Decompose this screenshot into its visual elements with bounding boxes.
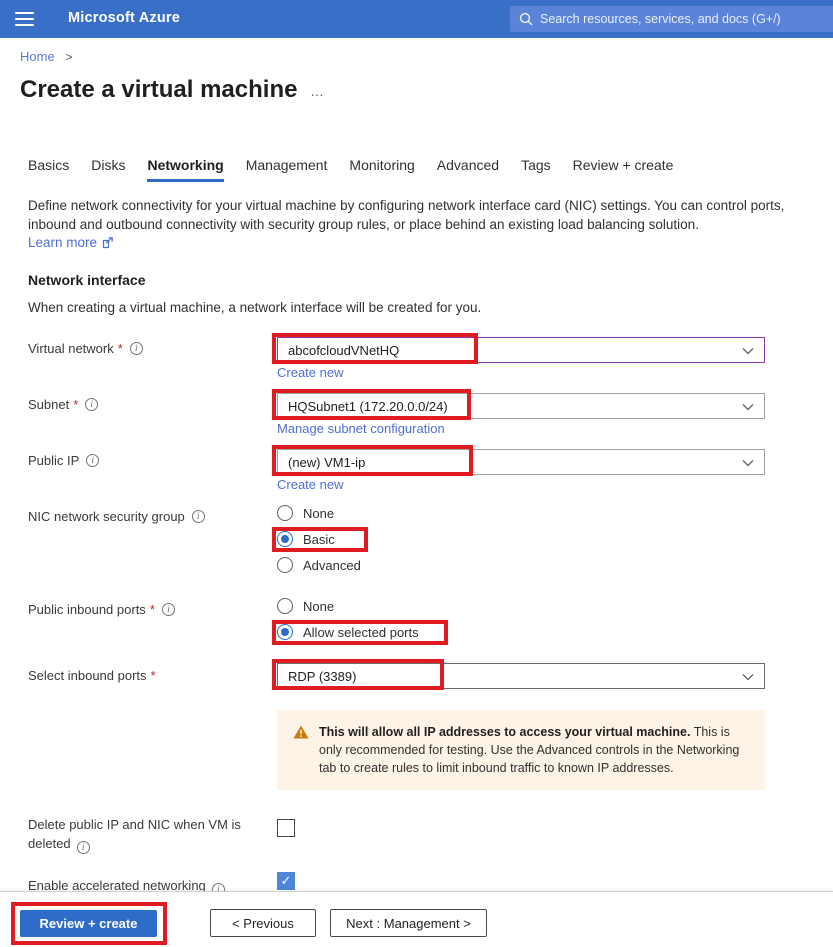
section-subtext: When creating a virtual machine, a netwo… (28, 300, 481, 315)
tab-description: Define network connectivity for your vir… (28, 196, 806, 234)
breadcrumb: Home > (20, 49, 72, 64)
warning-text: This will allow all IP addresses to acce… (319, 723, 749, 790)
required-asterisk: * (151, 668, 156, 683)
breadcrumb-home-link[interactable]: Home (20, 49, 55, 64)
breadcrumb-separator-icon: > (65, 50, 72, 64)
review-create-button[interactable]: Review + create (20, 910, 157, 937)
top-bar: Microsoft Azure (0, 0, 833, 38)
info-icon[interactable] (130, 342, 143, 355)
tab-networking[interactable]: Networking (147, 157, 223, 182)
select-inbound-ports-value: RDP (3389) (288, 669, 356, 684)
more-options-icon[interactable]: … (310, 83, 325, 99)
inbound-option-allow-selected-ports[interactable]: Allow selected ports (277, 624, 419, 640)
search-icon (519, 12, 533, 26)
wizard-footer: Review + create < Previous Next : Manage… (0, 891, 833, 947)
radio-icon[interactable] (277, 598, 293, 614)
external-link-icon (102, 237, 114, 249)
chevron-down-icon (742, 347, 754, 355)
virtual-network-label: Virtual network * (28, 341, 143, 356)
azure-portal-window: Microsoft Azure Home > Create a virtual … (0, 0, 833, 947)
delete-public-ip-checkbox[interactable] (277, 819, 295, 837)
inbound-option-none[interactable]: None (277, 598, 334, 614)
wizard-tabs: Basics Disks Networking Management Monit… (28, 157, 695, 182)
subnet-label: Subnet * (28, 397, 98, 412)
chevron-down-icon (742, 673, 754, 681)
info-icon[interactable] (86, 454, 99, 467)
virtual-network-value: abcofcloudVNetHQ (288, 343, 399, 358)
nic-nsg-label: NIC network security group (28, 509, 205, 524)
section-heading: Network interface (28, 272, 145, 288)
warning-icon (293, 725, 309, 739)
previous-button[interactable]: < Previous (210, 909, 316, 937)
next-management-button[interactable]: Next : Management > (330, 909, 487, 937)
tab-basics[interactable]: Basics (28, 157, 69, 182)
chevron-down-icon (742, 459, 754, 467)
required-asterisk: * (150, 602, 155, 617)
chevron-down-icon (742, 403, 754, 411)
learn-more-link[interactable]: Learn more (28, 235, 114, 250)
delete-public-ip-label: Delete public IP and NIC when VM is dele… (28, 815, 268, 854)
subnet-value: HQSubnet1 (172.20.0.0/24) (288, 399, 448, 414)
accelerated-networking-label: Enable accelerated networking (28, 876, 268, 891)
radio-icon[interactable] (277, 505, 293, 521)
page-title: Create a virtual machine (20, 76, 297, 104)
radio-selected-icon[interactable] (277, 624, 293, 640)
nic-nsg-option-basic[interactable]: Basic (277, 531, 335, 547)
info-icon[interactable] (212, 883, 225, 891)
public-ip-label: Public IP (28, 453, 99, 468)
public-ip-dropdown[interactable]: (new) VM1-ip (277, 449, 765, 475)
radio-selected-icon[interactable] (277, 531, 293, 547)
tab-monitoring[interactable]: Monitoring (349, 157, 414, 182)
tab-advanced[interactable]: Advanced (437, 157, 499, 182)
select-inbound-ports-dropdown[interactable]: RDP (3389) (277, 663, 765, 689)
tab-tags[interactable]: Tags (521, 157, 551, 182)
virtual-network-create-new-link[interactable]: Create new (277, 365, 343, 380)
public-inbound-ports-label: Public inbound ports * (28, 602, 175, 617)
learn-more-label: Learn more (28, 235, 97, 250)
manage-subnet-configuration-link[interactable]: Manage subnet configuration (277, 421, 445, 436)
warning-text-bold: This will allow all IP addresses to acce… (319, 725, 690, 739)
nic-nsg-option-advanced[interactable]: Advanced (277, 557, 361, 573)
hamburger-menu-icon[interactable] (15, 12, 34, 26)
subnet-dropdown[interactable]: HQSubnet1 (172.20.0.0/24) (277, 393, 765, 419)
select-inbound-ports-label: Select inbound ports * (28, 668, 156, 683)
brand-title[interactable]: Microsoft Azure (68, 10, 180, 26)
radio-icon[interactable] (277, 557, 293, 573)
clipped-row: Enable accelerated networking (0, 860, 833, 891)
search-input[interactable] (540, 12, 831, 26)
info-icon[interactable] (77, 841, 90, 854)
info-icon[interactable] (162, 603, 175, 616)
info-icon[interactable] (85, 398, 98, 411)
public-ip-value: (new) VM1-ip (288, 455, 365, 470)
warning-banner: This will allow all IP addresses to acce… (277, 710, 765, 790)
accelerated-networking-checkbox[interactable] (277, 872, 295, 890)
required-asterisk: * (118, 341, 123, 356)
global-search[interactable] (510, 6, 833, 32)
virtual-network-dropdown[interactable]: abcofcloudVNetHQ (277, 337, 765, 363)
public-ip-create-new-link[interactable]: Create new (277, 477, 343, 492)
tab-management[interactable]: Management (246, 157, 328, 182)
required-asterisk: * (73, 397, 78, 412)
info-icon[interactable] (192, 510, 205, 523)
tab-review-create[interactable]: Review + create (573, 157, 674, 182)
nic-nsg-option-none[interactable]: None (277, 505, 334, 521)
tab-disks[interactable]: Disks (91, 157, 125, 182)
